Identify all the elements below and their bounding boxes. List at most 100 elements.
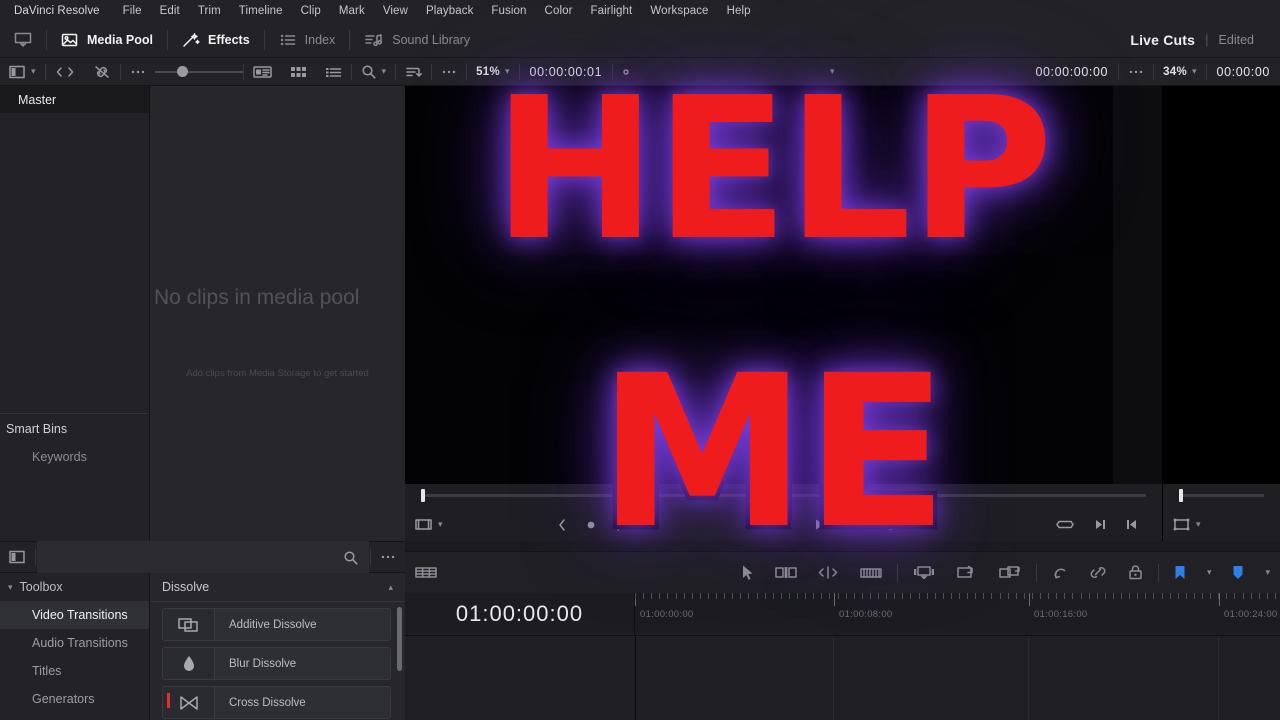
project-manager-button[interactable]	[0, 22, 46, 58]
unlink-clip-button[interactable]	[84, 58, 120, 86]
viewer-mode-button[interactable]: ▾	[405, 517, 452, 532]
menu-item-color[interactable]: Color	[536, 0, 582, 22]
timeline-duration-timecode[interactable]: 00:00:00	[1207, 65, 1280, 79]
transform-overlay-button[interactable]: ▾	[1163, 517, 1210, 532]
menu-item-mark[interactable]: Mark	[330, 0, 374, 22]
pool-options-button[interactable]	[432, 58, 466, 86]
timeline-playhead[interactable]	[635, 636, 636, 720]
smart-bin-item-keywords[interactable]: Keywords	[0, 443, 149, 470]
loop-button[interactable]	[873, 517, 908, 532]
next-clip-button[interactable]	[606, 518, 634, 532]
ruler-tick-minor	[1258, 593, 1260, 599]
menu-item-davinci-resolve[interactable]: DaVinci Resolve	[8, 0, 114, 22]
timeline-timecode[interactable]: 00:00:00:00	[1025, 65, 1118, 79]
clip-list-dropdown[interactable]: ▾	[821, 58, 844, 86]
source-playhead[interactable]	[421, 489, 425, 502]
prev-clip-button[interactable]	[548, 518, 576, 532]
slider-knob[interactable]	[176, 66, 188, 77]
media-pool-button[interactable]: Media Pool	[47, 22, 167, 58]
play-button[interactable]	[804, 517, 836, 532]
menu-item-help[interactable]: Help	[718, 0, 760, 22]
metadata-view-button[interactable]	[244, 58, 281, 86]
thumbnail-size-slider[interactable]	[154, 58, 243, 86]
effects-category-titles[interactable]: Titles	[0, 657, 149, 685]
timeline-viewer[interactable]: ▾	[1163, 86, 1280, 541]
menu-item-playback[interactable]: Playback	[417, 0, 482, 22]
effects-group-dissolve[interactable]: Dissolve ▴	[150, 573, 405, 602]
effect-item-cross-dissolve[interactable]: Cross Dissolve	[162, 686, 391, 719]
marker-color-dropdown[interactable]: ▾	[1197, 567, 1222, 578]
source-viewer[interactable]: ▾ HELP HELP ME ME	[405, 67, 1163, 562]
index-button[interactable]: Index	[265, 22, 350, 58]
stop-button[interactable]	[771, 517, 804, 532]
thumbnail-view-button[interactable]	[281, 58, 316, 86]
menu-item-trim[interactable]: Trim	[189, 0, 230, 22]
dynamic-trim-tool-button[interactable]	[807, 565, 849, 581]
timeline-zoom-level[interactable]: 34% ▾	[1154, 58, 1205, 86]
inout-points-button[interactable]	[46, 58, 84, 86]
add-flag-button[interactable]	[1221, 564, 1255, 581]
trim-edit-tool-button[interactable]	[765, 565, 807, 581]
menu-item-clip[interactable]: Clip	[292, 0, 330, 22]
timeline-ruler[interactable]: 01:00:00:00 01:00:08:00 01:00:16:00 01:0…	[635, 593, 1280, 635]
effects-category-generators[interactable]: Generators	[0, 685, 149, 713]
snapping-button[interactable]	[1041, 564, 1079, 581]
add-marker-button[interactable]	[1163, 564, 1197, 581]
search-button[interactable]: ▾	[352, 58, 396, 86]
effects-list-panel[interactable]: Dissolve ▴ Additive Dissolve Blur Dissol…	[150, 573, 405, 720]
timeline-options-button[interactable]	[1119, 58, 1153, 86]
lock-track-button[interactable]	[1117, 564, 1154, 581]
menu-item-workspace[interactable]: Workspace	[641, 0, 717, 22]
overwrite-clip-button[interactable]	[946, 564, 988, 581]
effects-search-input[interactable]	[37, 541, 369, 573]
effect-item-additive-dissolve[interactable]: Additive Dissolve	[162, 608, 391, 641]
go-to-in-point-button[interactable]	[1116, 517, 1148, 532]
menu-item-edit[interactable]: Edit	[151, 0, 189, 22]
source-scrubber[interactable]	[421, 489, 1146, 502]
effects-category-audio-transitions[interactable]: Audio Transitions	[0, 629, 149, 657]
effects-options-button[interactable]	[371, 543, 405, 571]
menu-item-fairlight[interactable]: Fairlight	[582, 0, 642, 22]
ruler-tick-minor	[1218, 593, 1220, 599]
media-pool-panel[interactable]: No clips in media pool Add clips from Me…	[150, 86, 405, 541]
go-to-out-point-button[interactable]	[1084, 517, 1116, 532]
ruler-label: 01:00:16:00	[1034, 609, 1088, 620]
more-options-button[interactable]	[121, 58, 155, 86]
menu-item-file[interactable]: File	[114, 0, 151, 22]
timeline-view-options-button[interactable]	[405, 565, 447, 581]
list-view-button[interactable]	[316, 58, 351, 86]
source-zoom-level[interactable]: 51% ▾	[467, 58, 518, 86]
loop-playback-button[interactable]	[1046, 517, 1084, 532]
effect-label: Additive Dissolve	[229, 618, 317, 631]
effect-item-blur-dissolve[interactable]: Blur Dissolve	[162, 647, 391, 680]
source-timecode[interactable]: 00:00:00:01	[520, 65, 613, 79]
bin-item-master[interactable]: Master	[0, 86, 149, 113]
effects-list-scrollbar[interactable]	[397, 607, 402, 671]
flag-color-dropdown[interactable]: ▾	[1255, 567, 1280, 578]
razor-edit-tool-button[interactable]	[849, 565, 893, 581]
toolbox-header[interactable]: ▾ Toolbox	[0, 573, 149, 601]
effects-category-video-transitions[interactable]: Video Transitions	[0, 601, 149, 629]
timeline-viewer-scrubber[interactable]	[1179, 489, 1264, 502]
menu-item-timeline[interactable]: Timeline	[230, 0, 292, 22]
effects-button[interactable]: Effects	[168, 22, 264, 58]
timeline-timecode-display[interactable]: 01:00:00:00	[405, 593, 635, 635]
ruler-tick-minor	[748, 593, 750, 599]
smart-bins-header[interactable]: Smart Bins	[0, 413, 149, 443]
replace-clip-button[interactable]	[988, 564, 1032, 581]
sound-library-button[interactable]: Sound Library	[350, 22, 484, 58]
menu-item-fusion[interactable]: Fusion	[482, 0, 535, 22]
menu-item-view[interactable]: View	[374, 0, 417, 22]
selection-tool-button[interactable]	[731, 564, 765, 581]
sort-order-button[interactable]	[396, 58, 431, 86]
fast-forward-button[interactable]	[836, 517, 873, 532]
insert-clip-button[interactable]	[902, 564, 946, 581]
source-clip-name-dropdown[interactable]	[613, 58, 639, 86]
timeline-track-area[interactable]	[405, 635, 1280, 720]
link-clips-button[interactable]	[1079, 564, 1117, 581]
toggle-bin-panel-button[interactable]: ▾	[0, 58, 45, 86]
toggle-effects-sidebar-button[interactable]	[0, 543, 35, 571]
timeline-viewer-playhead[interactable]	[1179, 489, 1183, 502]
chevron-up-icon[interactable]: ▴	[388, 582, 393, 593]
clip-indicator[interactable]	[576, 519, 606, 531]
